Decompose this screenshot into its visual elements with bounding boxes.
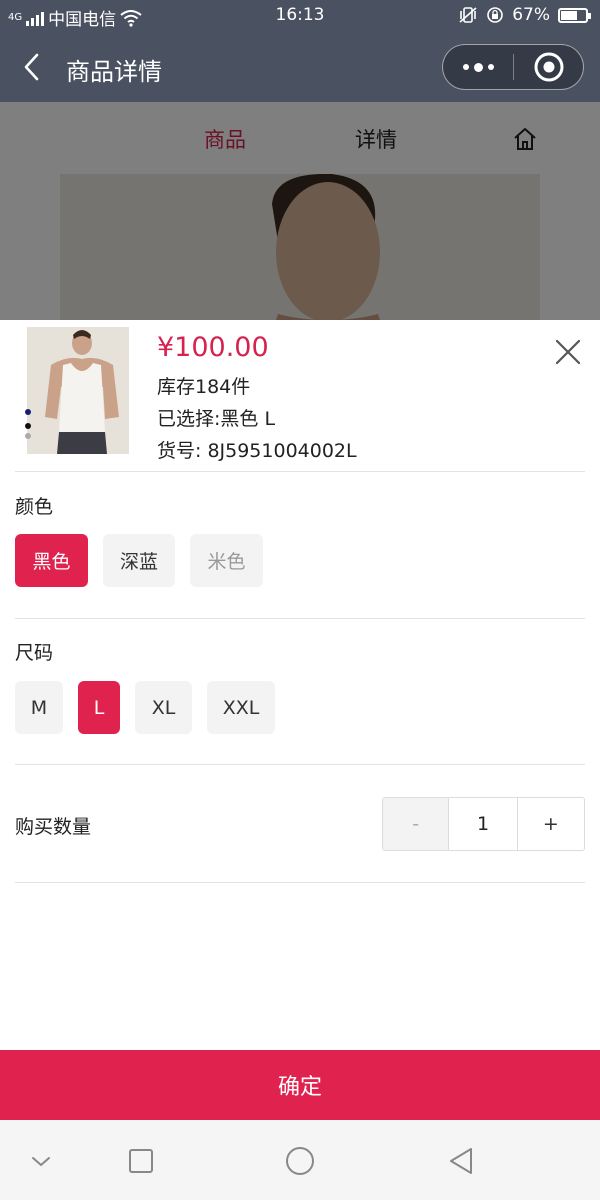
size-option-m[interactable]: M — [15, 681, 63, 734]
close-icon[interactable] — [552, 336, 584, 368]
size-option-xl[interactable]: XL — [135, 681, 192, 734]
battery-level — [561, 10, 577, 20]
color-swatch-dots — [25, 409, 31, 439]
quantity-stepper: - 1 + — [382, 797, 585, 851]
battery-percent: 67% — [512, 5, 550, 25]
quantity-value[interactable]: 1 — [449, 798, 518, 850]
battery-icon — [558, 7, 591, 23]
stock-text: 库存184件 — [157, 376, 251, 398]
quantity-label: 购买数量 — [15, 816, 92, 838]
size-label: 尺码 — [15, 642, 54, 664]
chevron-left-icon[interactable] — [18, 52, 48, 82]
color-label: 颜色 — [15, 496, 54, 518]
decrease-button[interactable]: - — [383, 798, 450, 850]
home-button-icon[interactable] — [283, 1144, 317, 1178]
overlay-mask[interactable] — [0, 102, 600, 320]
chevron-down-icon[interactable] — [24, 1144, 58, 1178]
divider — [15, 882, 585, 883]
color-option-beige[interactable]: 米色 — [190, 534, 263, 587]
status-bar: 4G 中国电信 16:13 67% — [0, 0, 600, 32]
more-dots-icon[interactable] — [443, 45, 513, 89]
back-triangle-icon[interactable] — [444, 1144, 478, 1178]
color-option-navy[interactable]: 深蓝 — [103, 534, 175, 587]
confirm-button[interactable]: 确定 — [0, 1050, 600, 1120]
size-option-xxl[interactable]: XXL — [207, 681, 275, 734]
system-nav-bar — [0, 1120, 600, 1200]
recent-apps-icon[interactable] — [124, 1144, 158, 1178]
divider — [15, 764, 585, 765]
sku-number: 货号: 8J5951004002L — [157, 440, 357, 462]
size-option-l[interactable]: L — [78, 681, 120, 734]
target-circle-icon[interactable] — [514, 45, 583, 89]
color-option-black[interactable]: 黑色 — [15, 534, 88, 587]
sku-sheet: ¥100.00 库存184件 已选择:黑色 L 货号: 8J5951004002… — [0, 320, 600, 1200]
page-title: 商品详情 — [66, 58, 162, 86]
selected-spec: 已选择:黑色 L — [157, 408, 276, 430]
nav-bar: 商品详情 — [0, 32, 600, 102]
mini-program-capsule — [442, 44, 584, 90]
rotation-lock-icon — [487, 7, 504, 23]
status-right: 67% — [458, 5, 591, 25]
increase-button[interactable]: + — [518, 798, 584, 850]
divider — [15, 471, 585, 472]
divider — [15, 618, 585, 619]
price: ¥100.00 — [157, 332, 269, 363]
product-thumbnail — [27, 327, 129, 454]
vibrate-icon — [459, 7, 477, 23]
